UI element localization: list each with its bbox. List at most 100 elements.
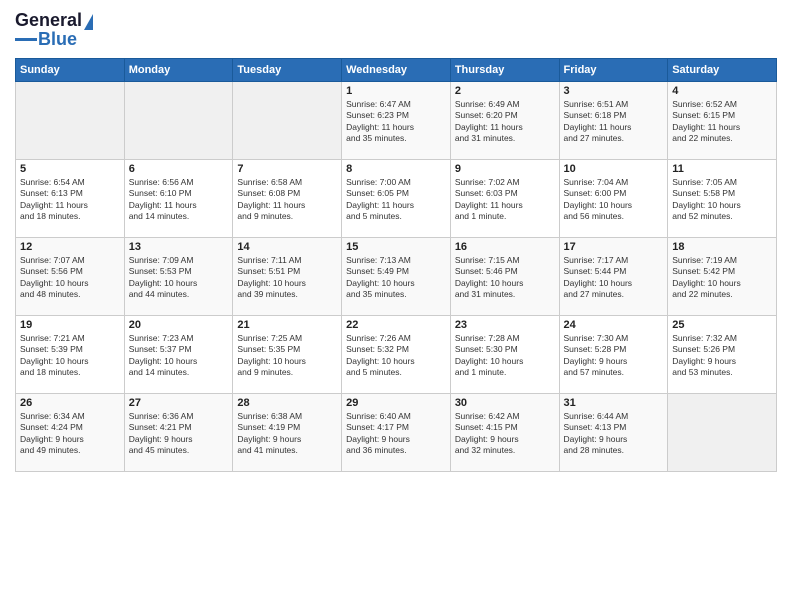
calendar-cell: 23 Sunrise: 7:28 AM Sunset: 5:30 PM Dayli… [450, 316, 559, 394]
day-info: Sunrise: 7:00 AM Sunset: 6:05 PM Dayligh… [346, 177, 446, 223]
day-info: Sunrise: 7:13 AM Sunset: 5:49 PM Dayligh… [346, 255, 446, 301]
day-number: 16 [455, 241, 555, 253]
logo-blue-line [15, 38, 37, 41]
day-number: 13 [129, 241, 229, 253]
day-info: Sunrise: 6:56 AM Sunset: 6:10 PM Dayligh… [129, 177, 229, 223]
day-number: 2 [455, 85, 555, 97]
day-number: 28 [237, 397, 337, 409]
day-info: Sunrise: 6:44 AM Sunset: 4:13 PM Dayligh… [564, 411, 664, 457]
day-info: Sunrise: 6:40 AM Sunset: 4:17 PM Dayligh… [346, 411, 446, 457]
calendar-week-row: 1Sunrise: 6:47 AM Sunset: 6:23 PM Daylig… [16, 82, 777, 160]
calendar-cell: 17Sunrise: 7:17 AM Sunset: 5:44 PM Dayli… [559, 238, 668, 316]
day-number: 5 [20, 163, 120, 175]
page-container: General Blue SundayMondayTuesdayWednesda… [0, 0, 792, 480]
calendar-cell: 25 Sunrise: 7:32 AM Sunset: 5:26 PM Dayli… [668, 316, 777, 394]
calendar-cell: 29Sunrise: 6:40 AM Sunset: 4:17 PM Dayli… [342, 394, 451, 472]
day-info: Sunrise: 7:09 AM Sunset: 5:53 PM Dayligh… [129, 255, 229, 301]
day-info: Sunrise: 7:32 AM Sunset: 5:26 PM Dayligh… [672, 333, 772, 379]
calendar-table: SundayMondayTuesdayWednesdayThursdayFrid… [15, 58, 777, 472]
day-number: 30 [455, 397, 555, 409]
calendar-cell: 22 Sunrise: 7:26 AM Sunset: 5:32 PM Dayli… [342, 316, 451, 394]
calendar-cell: 13 Sunrise: 7:09 AM Sunset: 5:53 PM Dayli… [124, 238, 233, 316]
day-info: Sunrise: 7:26 AM Sunset: 5:32 PM Dayligh… [346, 333, 446, 379]
calendar-cell: 1Sunrise: 6:47 AM Sunset: 6:23 PM Daylig… [342, 82, 451, 160]
logo-triangle-icon [84, 14, 93, 30]
calendar-cell: 5 Sunrise: 6:54 AM Sunset: 6:13 PM Daylig… [16, 160, 125, 238]
day-info: Sunrise: 7:04 AM Sunset: 6:00 PM Dayligh… [564, 177, 664, 223]
weekday-header: Sunday [16, 59, 125, 82]
day-number: 18 [672, 241, 772, 253]
day-number: 31 [564, 397, 664, 409]
calendar-cell: 27Sunrise: 6:36 AM Sunset: 4:21 PM Dayli… [124, 394, 233, 472]
day-number: 15 [346, 241, 446, 253]
day-info: Sunrise: 6:42 AM Sunset: 4:15 PM Dayligh… [455, 411, 555, 457]
day-number: 8 [346, 163, 446, 175]
day-number: 14 [237, 241, 337, 253]
day-info: Sunrise: 7:21 AM Sunset: 5:39 PM Dayligh… [20, 333, 120, 379]
day-number: 26 [20, 397, 120, 409]
calendar-cell: 20 Sunrise: 7:23 AM Sunset: 5:37 PM Dayli… [124, 316, 233, 394]
calendar-cell: 6Sunrise: 6:56 AM Sunset: 6:10 PM Daylig… [124, 160, 233, 238]
calendar-cell: 31 Sunrise: 6:44 AM Sunset: 4:13 PM Dayli… [559, 394, 668, 472]
day-number: 1 [346, 85, 446, 97]
day-number: 25 [672, 319, 772, 331]
calendar-cell: 11 Sunrise: 7:05 AM Sunset: 5:58 PM Dayli… [668, 160, 777, 238]
day-info: Sunrise: 7:05 AM Sunset: 5:58 PM Dayligh… [672, 177, 772, 223]
calendar-cell: 30 Sunrise: 6:42 AM Sunset: 4:15 PM Dayli… [450, 394, 559, 472]
weekday-header: Thursday [450, 59, 559, 82]
day-info: Sunrise: 7:30 AM Sunset: 5:28 PM Dayligh… [564, 333, 664, 379]
day-number: 4 [672, 85, 772, 97]
weekday-header: Friday [559, 59, 668, 82]
calendar-cell: 14 Sunrise: 7:11 AM Sunset: 5:51 PM Dayli… [233, 238, 342, 316]
day-info: Sunrise: 6:58 AM Sunset: 6:08 PM Dayligh… [237, 177, 337, 223]
calendar-week-row: 26 Sunrise: 6:34 AM Sunset: 4:24 PM Dayli… [16, 394, 777, 472]
calendar-cell [233, 82, 342, 160]
calendar-cell: 19 Sunrise: 7:21 AM Sunset: 5:39 PM Dayli… [16, 316, 125, 394]
weekday-header: Monday [124, 59, 233, 82]
calendar-header-row: SundayMondayTuesdayWednesdayThursdayFrid… [16, 59, 777, 82]
day-info: Sunrise: 7:07 AM Sunset: 5:56 PM Dayligh… [20, 255, 120, 301]
day-number: 23 [455, 319, 555, 331]
day-number: 21 [237, 319, 337, 331]
day-info: Sunrise: 6:52 AM Sunset: 6:15 PM Dayligh… [672, 99, 772, 145]
day-number: 7 [237, 163, 337, 175]
day-info: Sunrise: 7:25 AM Sunset: 5:35 PM Dayligh… [237, 333, 337, 379]
day-info: Sunrise: 7:11 AM Sunset: 5:51 PM Dayligh… [237, 255, 337, 301]
day-info: Sunrise: 6:54 AM Sunset: 6:13 PM Dayligh… [20, 177, 120, 223]
day-number: 10 [564, 163, 664, 175]
calendar-cell: 9 Sunrise: 7:02 AM Sunset: 6:03 PM Daylig… [450, 160, 559, 238]
calendar-cell: 26 Sunrise: 6:34 AM Sunset: 4:24 PM Dayli… [16, 394, 125, 472]
day-number: 20 [129, 319, 229, 331]
calendar-cell: 8 Sunrise: 7:00 AM Sunset: 6:05 PM Daylig… [342, 160, 451, 238]
day-info: Sunrise: 6:49 AM Sunset: 6:20 PM Dayligh… [455, 99, 555, 145]
calendar-cell [668, 394, 777, 472]
calendar-cell: 12 Sunrise: 7:07 AM Sunset: 5:56 PM Dayli… [16, 238, 125, 316]
day-number: 12 [20, 241, 120, 253]
day-number: 11 [672, 163, 772, 175]
weekday-header: Saturday [668, 59, 777, 82]
day-info: Sunrise: 7:23 AM Sunset: 5:37 PM Dayligh… [129, 333, 229, 379]
day-info: Sunrise: 6:51 AM Sunset: 6:18 PM Dayligh… [564, 99, 664, 145]
day-info: Sunrise: 7:19 AM Sunset: 5:42 PM Dayligh… [672, 255, 772, 301]
day-info: Sunrise: 7:15 AM Sunset: 5:46 PM Dayligh… [455, 255, 555, 301]
day-info: Sunrise: 6:34 AM Sunset: 4:24 PM Dayligh… [20, 411, 120, 457]
day-number: 22 [346, 319, 446, 331]
day-number: 3 [564, 85, 664, 97]
calendar-cell: 10 Sunrise: 7:04 AM Sunset: 6:00 PM Dayli… [559, 160, 668, 238]
calendar-cell [16, 82, 125, 160]
day-info: Sunrise: 7:28 AM Sunset: 5:30 PM Dayligh… [455, 333, 555, 379]
day-number: 19 [20, 319, 120, 331]
day-info: Sunrise: 7:02 AM Sunset: 6:03 PM Dayligh… [455, 177, 555, 223]
day-number: 9 [455, 163, 555, 175]
day-info: Sunrise: 6:38 AM Sunset: 4:19 PM Dayligh… [237, 411, 337, 457]
day-info: Sunrise: 6:36 AM Sunset: 4:21 PM Dayligh… [129, 411, 229, 457]
weekday-header: Wednesday [342, 59, 451, 82]
calendar-cell: 3 Sunrise: 6:51 AM Sunset: 6:18 PM Daylig… [559, 82, 668, 160]
weekday-header: Tuesday [233, 59, 342, 82]
calendar-week-row: 12 Sunrise: 7:07 AM Sunset: 5:56 PM Dayli… [16, 238, 777, 316]
calendar-cell: 24 Sunrise: 7:30 AM Sunset: 5:28 PM Dayli… [559, 316, 668, 394]
page-header: General Blue [15, 10, 777, 50]
calendar-cell [124, 82, 233, 160]
day-number: 24 [564, 319, 664, 331]
calendar-cell: 21 Sunrise: 7:25 AM Sunset: 5:35 PM Dayli… [233, 316, 342, 394]
